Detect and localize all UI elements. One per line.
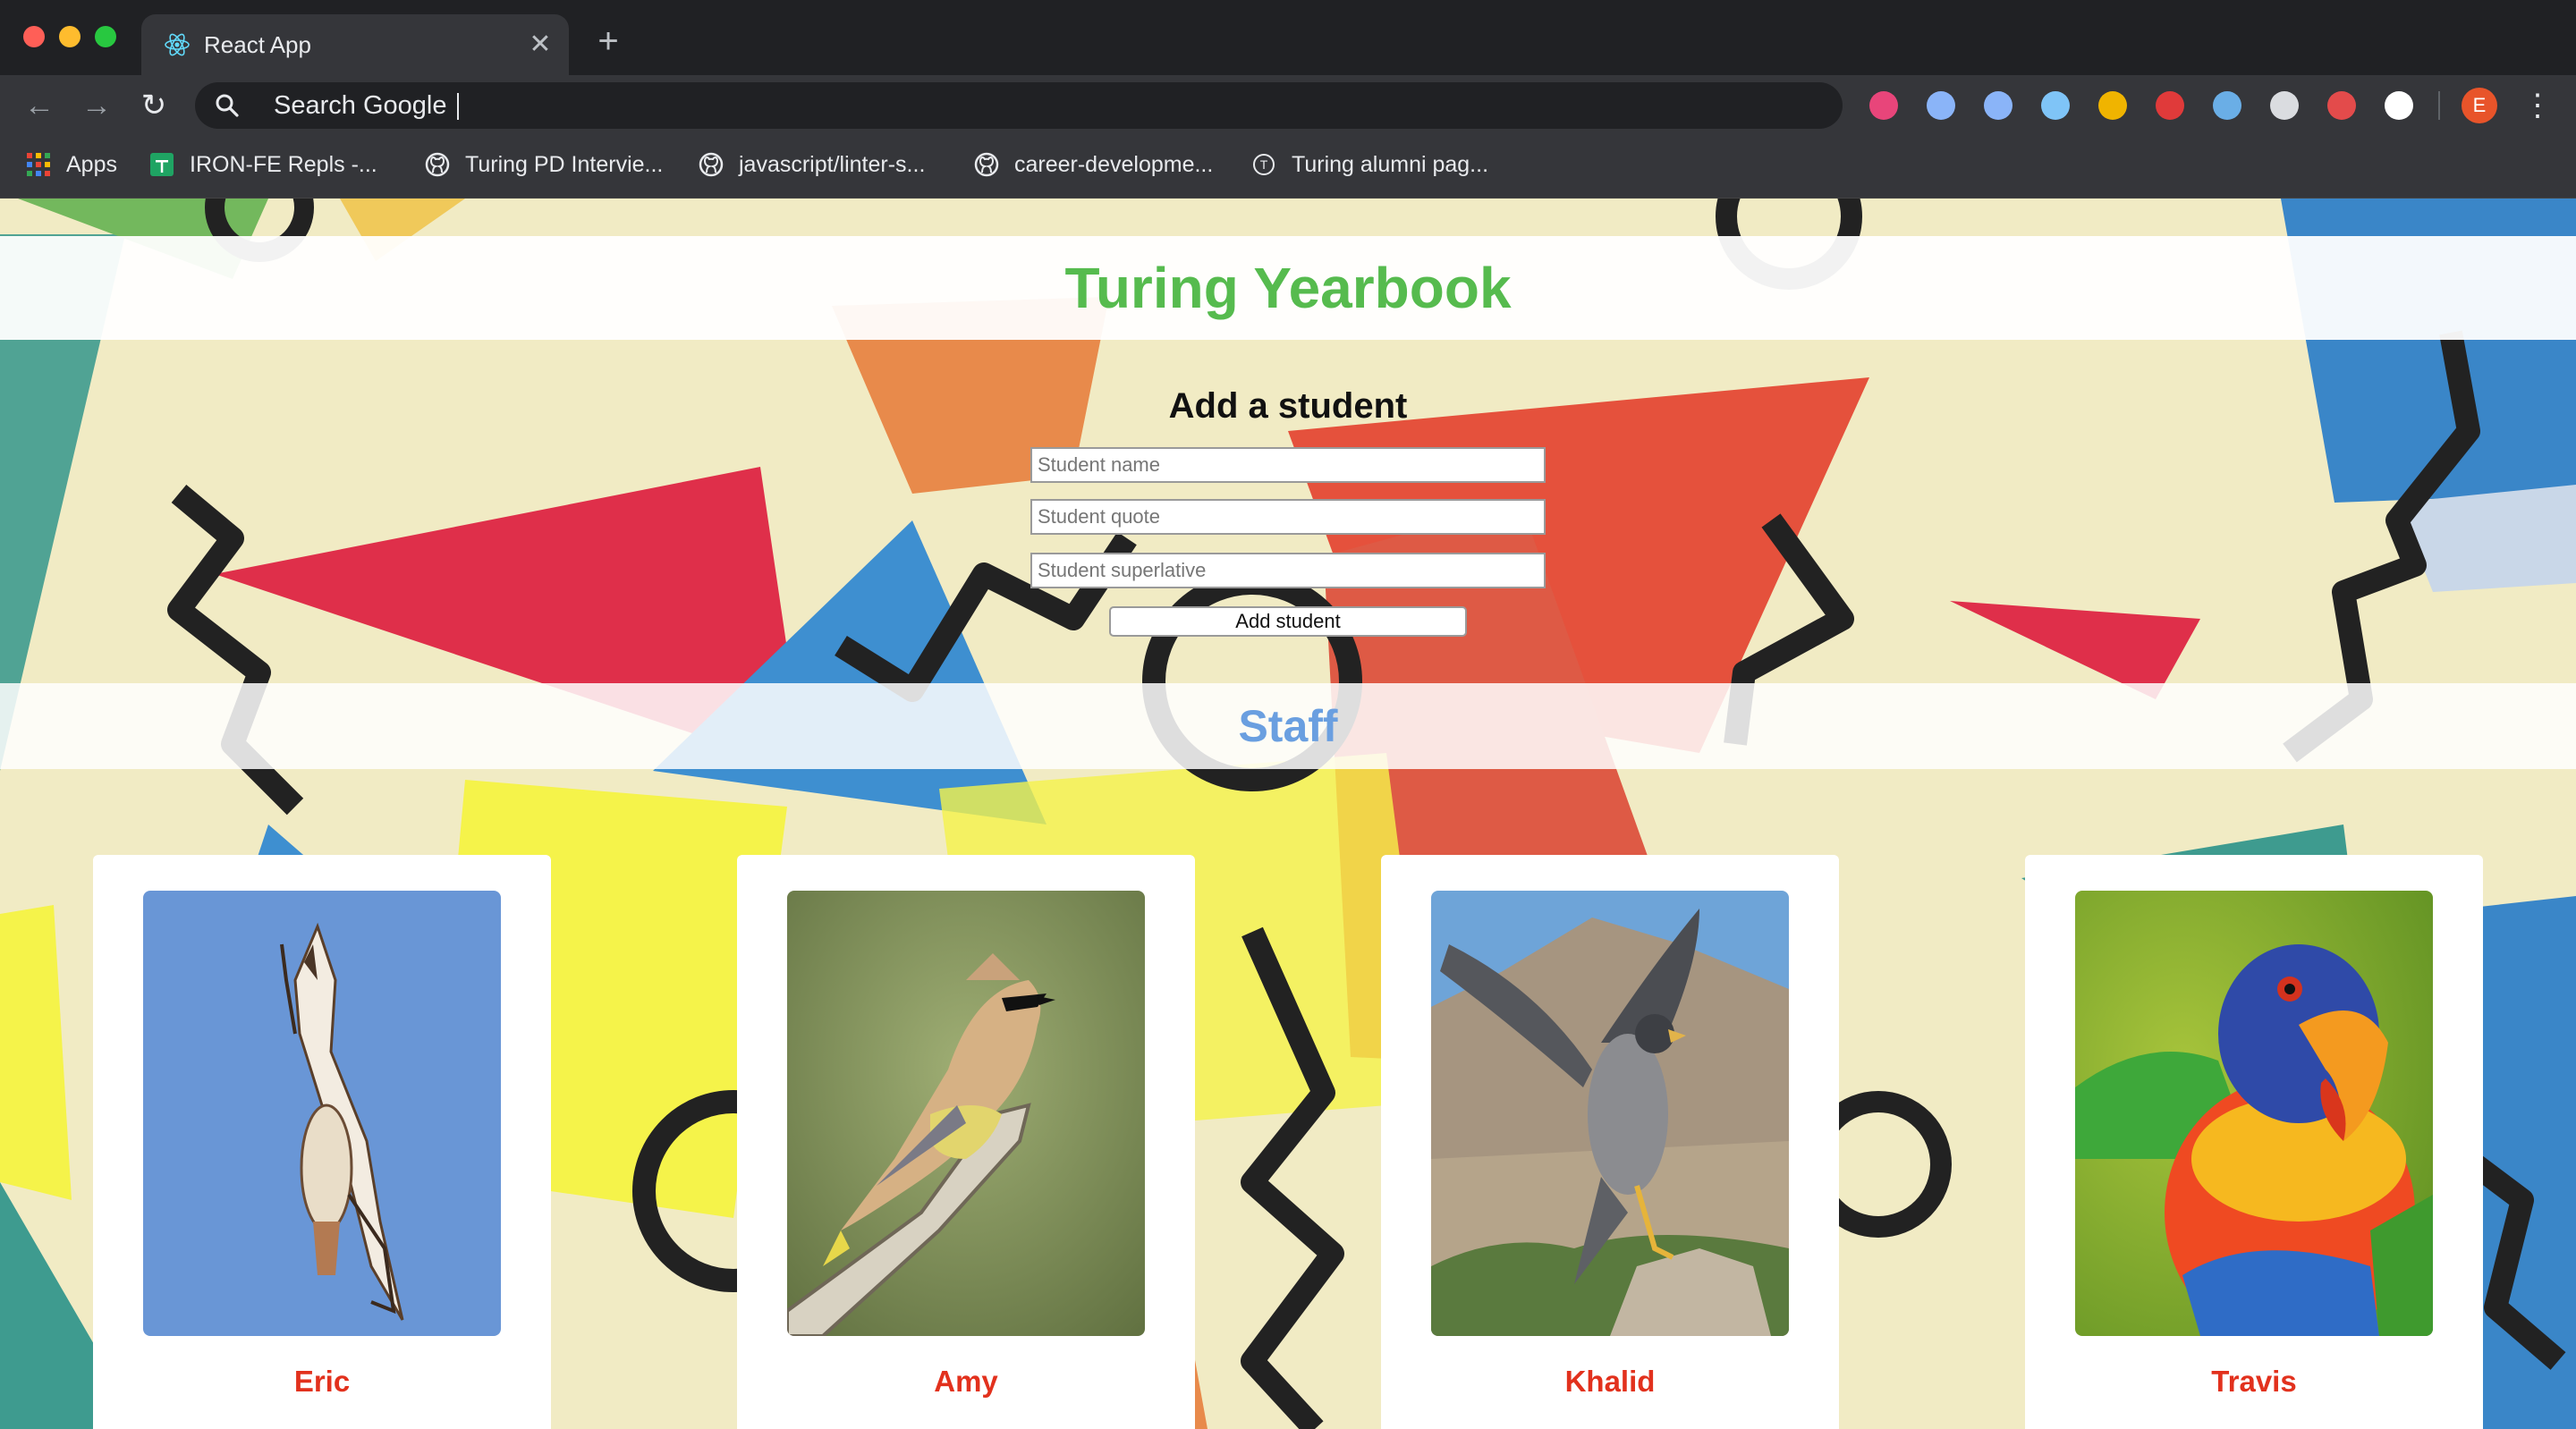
staff-name: Travis bbox=[2211, 1365, 2297, 1398]
add-student-button[interactable]: Add student bbox=[1109, 606, 1467, 637]
browser-tab[interactable]: React App ✕ bbox=[141, 14, 569, 75]
bookmark-turing-alumni[interactable]: T Turing alumni pag... bbox=[1250, 148, 1488, 181]
ext-red-puzzle-icon[interactable] bbox=[2327, 91, 2356, 120]
add-student-heading: Add a student bbox=[1168, 386, 1408, 426]
staff-heading: Staff bbox=[1238, 701, 1338, 751]
search-icon bbox=[216, 94, 239, 117]
react-icon bbox=[165, 33, 190, 56]
ext-eyedropper-icon[interactable] bbox=[1984, 91, 2012, 120]
bookmark-label: IRON-FE Repls -... bbox=[190, 151, 377, 177]
staff-card: Eric bbox=[93, 855, 551, 1429]
back-arrow-icon[interactable]: ← bbox=[21, 88, 57, 123]
staff-name: Khalid bbox=[1564, 1365, 1656, 1398]
bookmark-apps[interactable]: Apps bbox=[25, 148, 117, 181]
address-bar-text: Search Google bbox=[274, 91, 460, 121]
student-name-input[interactable] bbox=[1030, 447, 1546, 483]
profile-avatar[interactable]: E bbox=[2462, 88, 2497, 123]
student-superlative-input[interactable] bbox=[1030, 553, 1546, 588]
reload-icon[interactable]: ↻ bbox=[136, 88, 172, 123]
bookmark-label: career-developme... bbox=[1014, 151, 1214, 177]
yearbook-page: Turing Yearbook Add a student Add studen… bbox=[0, 199, 2576, 1429]
staff-card: Travis bbox=[2025, 855, 2483, 1429]
bookmark-javascript-linter[interactable]: javascript/linter-s... bbox=[698, 148, 925, 181]
bookmark-label: Turing alumni pag... bbox=[1292, 151, 1489, 177]
ext-blue-square-icon[interactable] bbox=[1927, 91, 1955, 120]
browser-toolbar: ← → ↻ Search Google E ⋮ bbox=[0, 75, 2576, 136]
ext-hand-icon[interactable] bbox=[2156, 91, 2184, 120]
staff-card: Amy bbox=[737, 855, 1195, 1429]
ext-json-icon[interactable] bbox=[2385, 91, 2413, 120]
window-minimize-button[interactable] bbox=[59, 26, 80, 47]
bookmark-career-development[interactable]: career-developme... bbox=[973, 148, 1213, 181]
github-icon bbox=[974, 152, 999, 177]
turing-icon: T bbox=[1253, 154, 1275, 175]
hawk-photo bbox=[143, 891, 501, 1336]
ext-marker-icon[interactable] bbox=[2041, 91, 2070, 120]
ext-target-icon[interactable] bbox=[2270, 91, 2299, 120]
window-zoom-button[interactable] bbox=[95, 26, 116, 47]
new-tab-button[interactable]: + bbox=[590, 23, 626, 61]
ext-colorwheel-icon[interactable] bbox=[2098, 91, 2127, 120]
github-icon bbox=[425, 152, 450, 177]
ext-blue-circle-icon[interactable] bbox=[2213, 91, 2241, 120]
staff-card: Khalid bbox=[1381, 855, 1839, 1429]
ext-pink-icon[interactable] bbox=[1869, 91, 1898, 120]
bookmark-turing-pd-interview[interactable]: Turing PD Intervie... bbox=[424, 148, 663, 181]
toolbar-divider bbox=[2438, 91, 2440, 120]
address-bar[interactable]: Search Google bbox=[195, 82, 1843, 129]
github-icon bbox=[699, 152, 724, 177]
page-title: Turing Yearbook bbox=[1064, 256, 1512, 320]
browser-menu-icon[interactable]: ⋮ bbox=[2522, 88, 2553, 123]
staff-name: Eric bbox=[293, 1365, 351, 1398]
window-close-button[interactable] bbox=[23, 26, 45, 47]
tab-title: React App bbox=[204, 31, 311, 58]
lorikeet-photo bbox=[2075, 891, 2433, 1336]
svg-text:T: T bbox=[1260, 157, 1268, 172]
bookmark-label: javascript/linter-s... bbox=[739, 151, 926, 177]
sheets-icon bbox=[150, 153, 174, 176]
cedar-waxwing-photo bbox=[787, 891, 1145, 1336]
falcon-photo bbox=[1431, 891, 1789, 1336]
text-caret bbox=[457, 93, 460, 121]
bookmark-iron-fe-repls[interactable]: IRON-FE Repls -... bbox=[148, 148, 377, 181]
browser-tab-bar: React App ✕ + bbox=[0, 0, 2576, 75]
apps-grid-icon bbox=[27, 153, 50, 176]
staff-name: Amy bbox=[934, 1365, 998, 1398]
bookmark-label: Apps bbox=[66, 151, 117, 177]
student-quote-input[interactable] bbox=[1030, 499, 1546, 535]
bookmarks-bar: Apps IRON-FE Repls -... Turing PD Interv… bbox=[0, 136, 2576, 199]
bookmark-label: Turing PD Intervie... bbox=[465, 151, 664, 177]
forward-arrow-icon[interactable]: → bbox=[79, 88, 114, 123]
close-tab-icon[interactable]: ✕ bbox=[526, 30, 555, 59]
